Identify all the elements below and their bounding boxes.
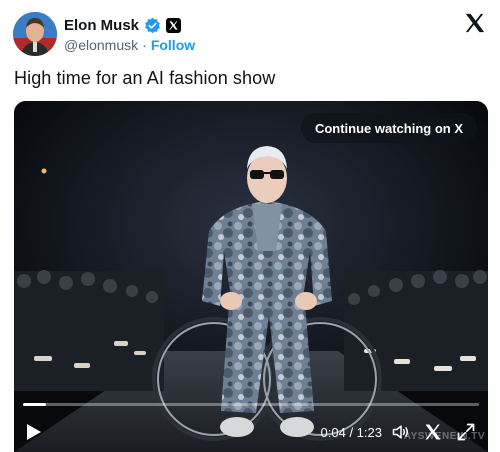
follow-button[interactable]: Follow: [151, 37, 195, 53]
handle-separator: ·: [142, 37, 147, 53]
video-player[interactable]: Continue watching on X 0:04 / 1:23 AYSWE…: [14, 101, 488, 452]
video-frame: [14, 101, 488, 452]
tweet-card: Elon Musk @elonmusk · Follow High time f…: [0, 0, 500, 452]
author-avatar[interactable]: [13, 12, 57, 56]
author-display-name[interactable]: Elon Musk: [64, 17, 139, 34]
author-name-row: Elon Musk: [64, 15, 182, 35]
play-icon[interactable]: [26, 423, 42, 441]
avatar-image: [13, 12, 57, 56]
tweet-text: High time for an AI fashion show: [14, 68, 276, 88]
video-watermark: AYSWENEIN.TV: [403, 431, 485, 442]
x-logo-icon[interactable]: [464, 12, 486, 34]
author-handle[interactable]: @elonmusk: [64, 37, 138, 53]
video-progress-fill: [23, 403, 46, 406]
video-progress-bar[interactable]: [23, 403, 479, 406]
verified-badge-icon: [145, 17, 160, 33]
continue-watching-button[interactable]: Continue watching on X: [300, 113, 477, 143]
video-time: 0:04 / 1:23: [320, 425, 382, 440]
author-handle-row: @elonmusk · Follow: [64, 37, 195, 53]
x-badge-icon: [166, 17, 182, 33]
